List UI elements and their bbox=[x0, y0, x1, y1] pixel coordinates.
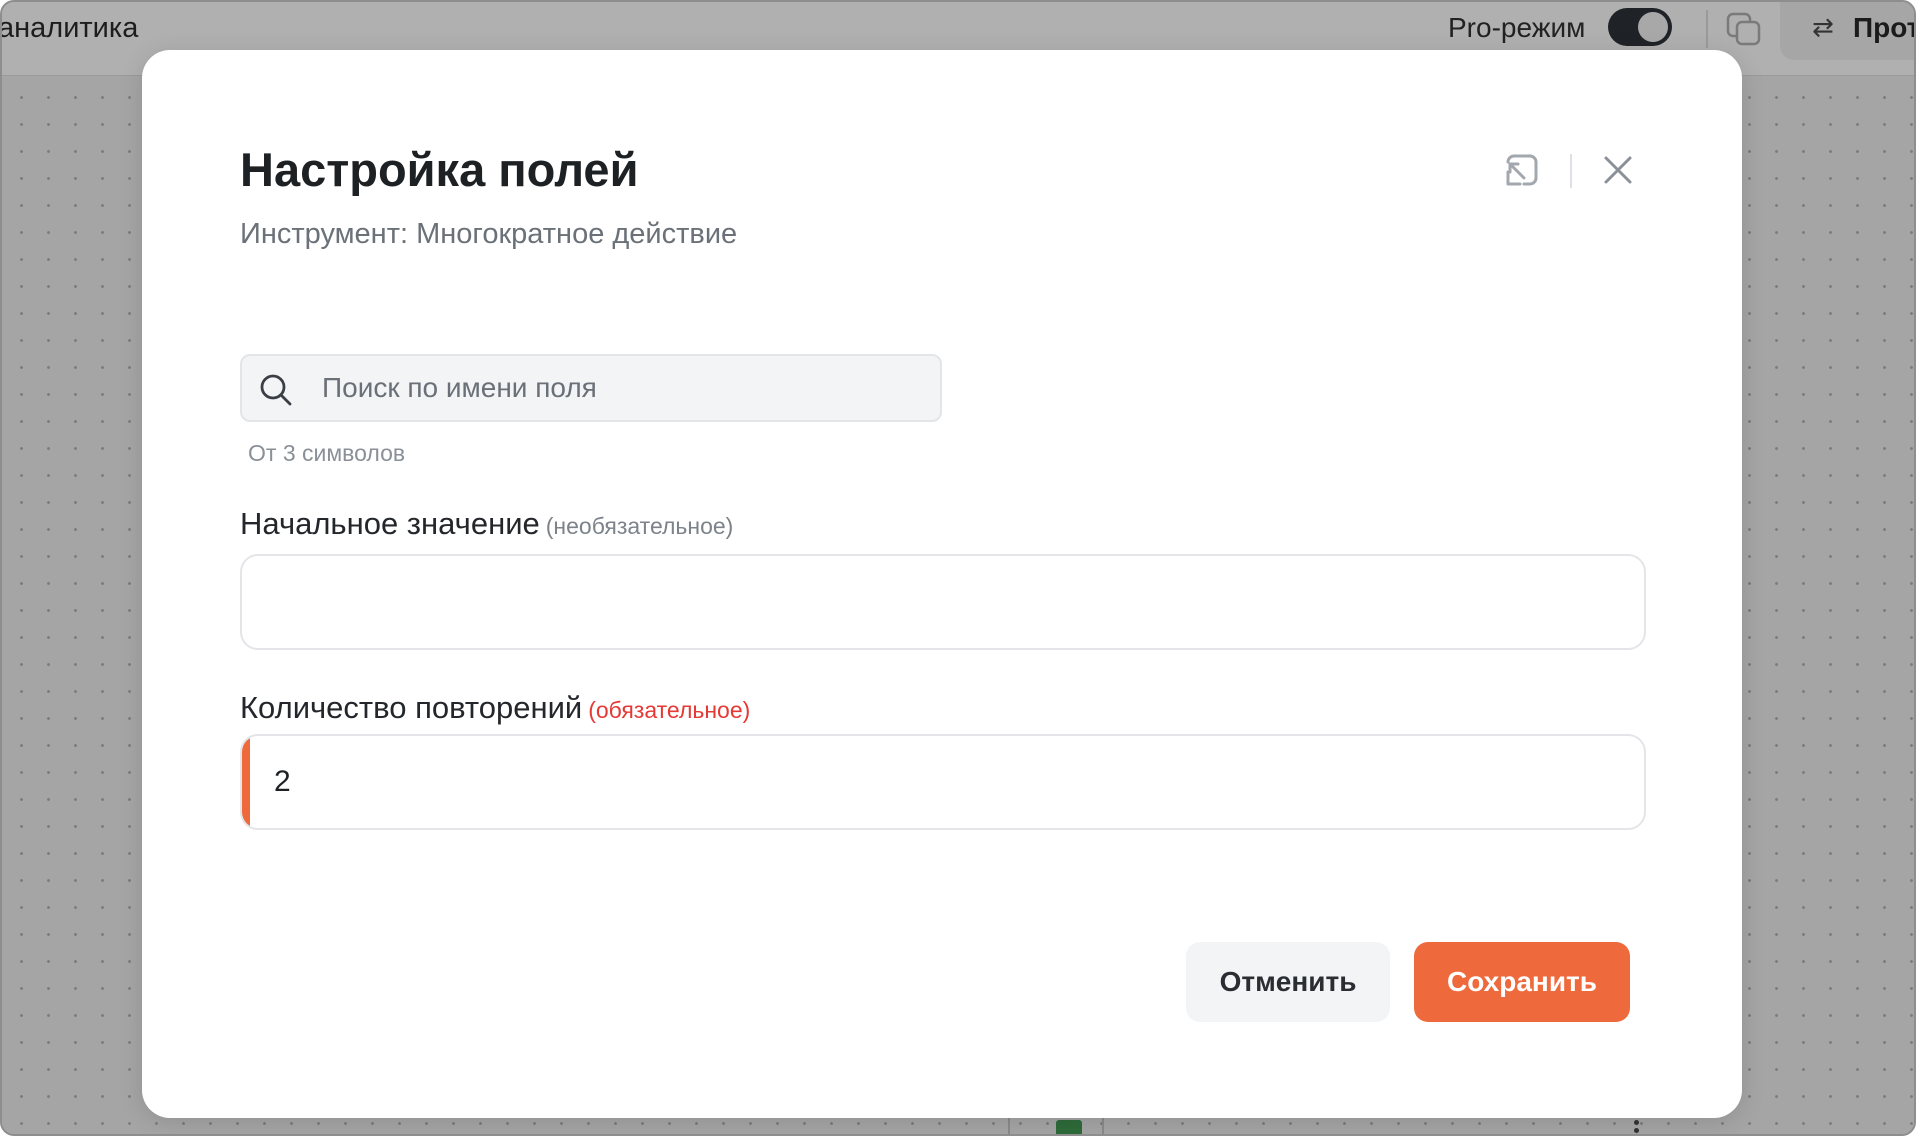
initial-value-input[interactable] bbox=[240, 554, 1646, 650]
topbar-divider bbox=[1706, 10, 1708, 48]
repeat-count-field bbox=[240, 734, 1646, 830]
swap-arrows-icon: ⇄ bbox=[1812, 12, 1834, 42]
search-hint: От 3 символов bbox=[248, 440, 406, 466]
protocol-label: Прот bbox=[1853, 12, 1916, 43]
header-separator bbox=[1570, 154, 1572, 188]
field-label-text: Количество повторений bbox=[240, 690, 583, 725]
cancel-button[interactable]: Отменить bbox=[1186, 942, 1390, 1022]
minimize-icon[interactable] bbox=[1502, 150, 1542, 190]
field-label-initial-value: Начальное значение (необязательное) bbox=[240, 506, 733, 542]
field-label-text: Начальное значение bbox=[240, 506, 540, 541]
more-vertical-icon[interactable] bbox=[1634, 1120, 1640, 1134]
spreadsheet-icon bbox=[1056, 1120, 1082, 1134]
field-label-repeat-count: Количество повторений (обязательное) bbox=[240, 690, 750, 726]
required-accent-bar bbox=[242, 736, 250, 828]
pro-mode-label: Pro-режим bbox=[1448, 12, 1586, 43]
copy-icon[interactable] bbox=[1724, 10, 1764, 48]
optional-marker: (необязательное) bbox=[545, 513, 734, 539]
required-marker: (обязательное) bbox=[588, 697, 751, 723]
app-window: аналитика Pro-режим ⇄ Прот Настройка пол… bbox=[0, 0, 1916, 1136]
pro-mode-toggle[interactable] bbox=[1608, 8, 1672, 46]
save-button[interactable]: Сохранить bbox=[1414, 942, 1630, 1022]
nav-item-analytics[interactable]: аналитика bbox=[2, 12, 138, 45]
modal-title: Настройка полей bbox=[240, 143, 639, 196]
modal-subtitle: Инструмент: Многократное действие bbox=[240, 218, 738, 250]
search-input[interactable] bbox=[320, 356, 920, 420]
toggle-knob bbox=[1638, 12, 1668, 42]
search-box bbox=[240, 354, 942, 422]
field-settings-modal: Настройка полей Инструмент: Многократное… bbox=[142, 50, 1742, 1118]
close-icon[interactable] bbox=[1600, 152, 1636, 188]
search-icon bbox=[260, 374, 292, 406]
repeat-count-input[interactable] bbox=[250, 736, 1640, 828]
